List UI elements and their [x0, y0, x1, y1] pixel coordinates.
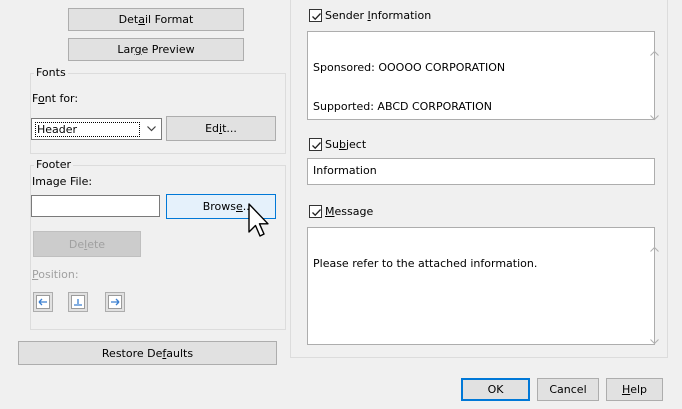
message-text: Please refer to the attached information… — [313, 257, 538, 270]
footer-group-label: Footer — [34, 158, 73, 171]
position-center-button[interactable] — [68, 292, 88, 312]
large-preview-label: Large Preview — [117, 43, 195, 56]
delete-label: Delete — [68, 237, 106, 251]
fonts-group — [30, 73, 286, 154]
cancel-label: Cancel — [549, 383, 587, 396]
font-for-value: Header — [35, 122, 140, 137]
font-for-select[interactable]: Header — [31, 118, 162, 140]
help-label: Help — [621, 383, 648, 396]
restore-defaults-button[interactable]: Restore Defaults — [18, 341, 277, 365]
subject-label: Subject — [325, 138, 367, 151]
image-file-input[interactable] — [31, 195, 160, 217]
subject-checkbox[interactable] — [309, 138, 322, 151]
arrow-left-icon — [38, 296, 48, 309]
image-file-label: Image File: — [32, 175, 93, 188]
browse-label: Browse... — [202, 200, 254, 213]
cancel-button[interactable]: Cancel — [537, 378, 599, 401]
mouse-pointer-icon — [248, 203, 270, 243]
sender-line-2: Supported: ABCD CORPORATION — [313, 100, 492, 113]
sender-line-1: Sponsored: OOOOO CORPORATION — [313, 61, 506, 74]
help-button[interactable]: Help — [606, 378, 663, 401]
sender-information-checkbox[interactable] — [309, 9, 322, 22]
sender-information-label: Sender Information — [325, 9, 432, 22]
restore-defaults-label: Restore Defaults — [101, 346, 194, 360]
font-for-label: Font for: — [32, 92, 79, 105]
subject-value: Information — [313, 164, 377, 177]
fonts-group-label: Fonts — [34, 66, 68, 79]
message-checkbox[interactable] — [309, 205, 322, 218]
scroll-up-icon[interactable] — [639, 235, 660, 252]
scroll-up-icon[interactable] — [639, 39, 660, 56]
edit-font-label: Edit... — [205, 122, 237, 135]
scroll-down-icon[interactable] — [639, 328, 660, 345]
detail-format-button[interactable]: Detail Format — [68, 8, 244, 31]
arrow-right-icon — [110, 296, 120, 309]
ok-label: OK — [487, 383, 504, 396]
scroll-down-icon[interactable] — [639, 104, 660, 121]
position-label: Position: — [32, 268, 79, 281]
ok-button[interactable]: OK — [461, 378, 530, 401]
detail-format-label: Detail Format — [118, 13, 194, 26]
delete-button[interactable]: Delete — [33, 231, 141, 257]
large-preview-button[interactable]: Large Preview — [68, 38, 244, 61]
position-right-button[interactable] — [105, 292, 125, 312]
message-label: Message — [325, 205, 374, 218]
position-left-button[interactable] — [33, 292, 53, 312]
edit-font-button[interactable]: Edit... — [166, 116, 276, 141]
message-textarea[interactable]: Please refer to the attached information… — [307, 227, 660, 345]
subject-input[interactable]: Information — [307, 158, 655, 185]
align-center-icon — [73, 296, 83, 309]
sender-information-textarea[interactable]: Sponsored: OOOOO CORPORATION Supported: … — [307, 31, 660, 121]
chevron-down-icon[interactable] — [141, 119, 161, 139]
